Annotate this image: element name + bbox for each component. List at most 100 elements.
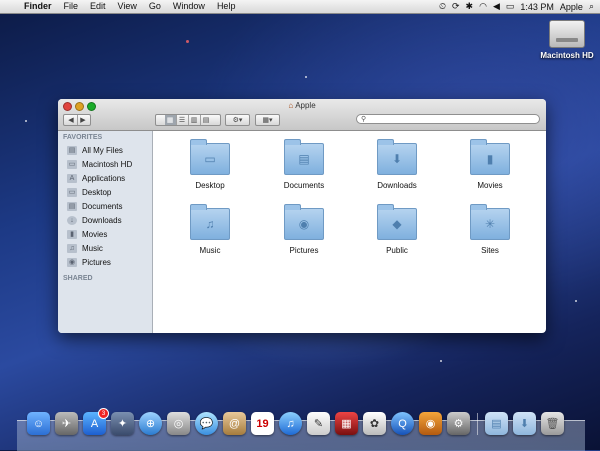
sidebar-item-applications[interactable]: A Applications [58,171,152,185]
music-folder-icon: ♫ [190,204,230,240]
folder-label: Documents [283,181,325,190]
menu-bar: Finder File Edit View Go Window Help ⏲ ⟳… [0,0,600,14]
applications-icon: A [67,173,77,183]
action-menu-button[interactable]: ⚙▾ [225,114,250,126]
folder-desktop[interactable]: ▭ Desktop [180,139,240,190]
battery-icon[interactable]: ▭ [506,1,515,12]
window-titlebar[interactable]: ⌂ Apple ◀ ▶ ▦ ☰ ▥ ▤ ⚙▾ ▦▾ ⚲ [58,99,546,131]
safari-dock-icon[interactable]: ⊕ [139,412,162,435]
menu-clock[interactable]: 1:43 PM [520,2,554,12]
finder-window: ⌂ Apple ◀ ▶ ▦ ☰ ▥ ▤ ⚙▾ ▦▾ ⚲ FAVORITES ▤ … [58,99,546,333]
folder-grid: ▭ Desktop ▤ Documents ⬇ Downloads ▮ Movi… [153,131,546,333]
column-view-button[interactable]: ▥ [189,115,201,125]
menu-go[interactable]: Go [143,0,167,13]
folder-label: Public [386,246,408,255]
desktop-disk[interactable]: Macintosh HD [540,20,594,60]
music-icon: ♫ [67,243,77,253]
messages-dock-icon[interactable]: 💬 [195,412,218,435]
hard-drive-icon: ▭ [67,159,77,169]
sidebar-item-movies[interactable]: ▮ Movies [58,227,152,241]
sidebar-item-label: All My Files [82,145,123,155]
itunes-dock-icon[interactable]: ♫ [279,412,302,435]
calendar-day: 19 [256,417,269,430]
movies-folder-icon: ▮ [470,139,510,175]
sidebar-item-macintosh-hd[interactable]: ▭ Macintosh HD [58,157,152,171]
star [25,120,27,122]
downloads-folder-icon: ⬇ [377,139,417,175]
folder-downloads[interactable]: ⬇ Downloads [367,139,427,190]
menu-edit[interactable]: Edit [84,0,112,13]
sidebar-item-pictures[interactable]: ◉ Pictures [58,255,152,269]
folder-label: Movies [477,181,503,190]
arrange-menu-button[interactable]: ▦▾ [255,114,280,126]
applications-stack-dock-icon[interactable]: ▤ [485,412,508,435]
trash-dock-icon[interactable]: 🗑 [541,412,564,435]
forward-button[interactable]: ▶ [78,115,89,125]
home-folder-icon: ⌂ [288,101,294,110]
sidebar-item-music[interactable]: ♫ Music [58,241,152,255]
menu-app-name[interactable]: Finder [18,0,58,13]
downloads-stack-dock-icon[interactable]: ⬇ [513,412,536,435]
app-store-badge: 3 [98,408,109,419]
iphoto-dock-icon[interactable]: ✿ [363,412,386,435]
back-button[interactable]: ◀ [66,115,78,125]
preview-dock-icon[interactable]: ✎ [307,412,330,435]
mission-control-dock-icon[interactable]: ✦ [111,412,134,435]
menu-user[interactable]: Apple [560,2,583,12]
bluetooth-icon[interactable]: ✱ [466,1,474,12]
search-input[interactable] [366,115,539,123]
sidebar-item-desktop[interactable]: ▭ Desktop [58,185,152,199]
sidebar-item-documents[interactable]: ▤ Documents [58,199,152,213]
search-field[interactable]: ⚲ [356,114,540,124]
time-machine-icon[interactable]: ⏲ [439,1,446,12]
folder-music[interactable]: ♫ Music [180,204,240,255]
folder-label: Music [199,246,221,255]
movies-icon: ▮ [67,229,77,239]
spotlight-icon[interactable]: ⌕ [589,1,594,12]
menu-window[interactable]: Window [167,0,211,13]
view-mode-control: ▦ ☰ ▥ ▤ [155,114,221,126]
folder-public[interactable]: ◆ Public [367,204,427,255]
pictures-folder-icon: ◉ [284,204,324,240]
menu-help[interactable]: Help [211,0,242,13]
star [440,360,442,362]
public-folder-icon: ◆ [377,204,417,240]
menu-file[interactable]: File [58,0,85,13]
folder-label: Desktop [195,181,225,190]
sidebar-shared-header: SHARED [63,275,93,282]
list-view-button[interactable]: ☰ [177,115,189,125]
sidebar-item-label: Desktop [82,187,112,197]
sidebar-item-downloads[interactable]: ↓ Downloads [58,213,152,227]
image-capture-dock-icon[interactable]: ◉ [419,412,442,435]
calendar-dock-icon[interactable]: 19 [251,412,274,435]
hard-drive-icon [549,20,585,48]
folder-sites[interactable]: ✳ Sites [460,204,520,255]
launchpad-dock-icon[interactable]: ✈ [55,412,78,435]
downloads-icon: ↓ [67,215,77,225]
wifi-icon[interactable]: ◠ [479,1,487,12]
all-files-icon: ▤ [67,145,77,155]
folder-movies[interactable]: ▮ Movies [460,139,520,190]
cover-flow-button[interactable]: ▤ [201,115,212,125]
volume-icon[interactable]: ◀ [493,1,500,12]
desktop-folder-icon: ▭ [190,139,230,175]
back-forward-control: ◀ ▶ [63,114,91,126]
sidebar-item-all-my-files[interactable]: ▤ All My Files [58,143,152,157]
star [186,40,189,43]
finder-dock-icon[interactable]: ☺ [27,412,50,435]
folder-pictures[interactable]: ◉ Pictures [274,204,334,255]
sidebar-item-label: Documents [82,201,123,211]
photo-dock-icon[interactable]: ▦ [335,412,358,435]
app-store-dock-icon[interactable]: A3 [83,408,109,435]
folder-label: Sites [481,246,499,255]
folder-documents[interactable]: ▤ Documents [274,139,334,190]
sync-icon[interactable]: ⟳ [452,1,460,12]
quicktime-dock-icon[interactable]: Q [391,412,414,435]
system-preferences-dock-icon[interactable]: ⚙ [447,412,470,435]
photo-booth-dock-icon[interactable]: ◎ [167,412,190,435]
menu-view[interactable]: View [112,0,143,13]
sites-folder-icon: ✳ [470,204,510,240]
sidebar-item-label: Movies [82,229,108,239]
icon-view-button[interactable]: ▦ [164,115,177,125]
contacts-dock-icon[interactable]: @ [223,412,246,435]
